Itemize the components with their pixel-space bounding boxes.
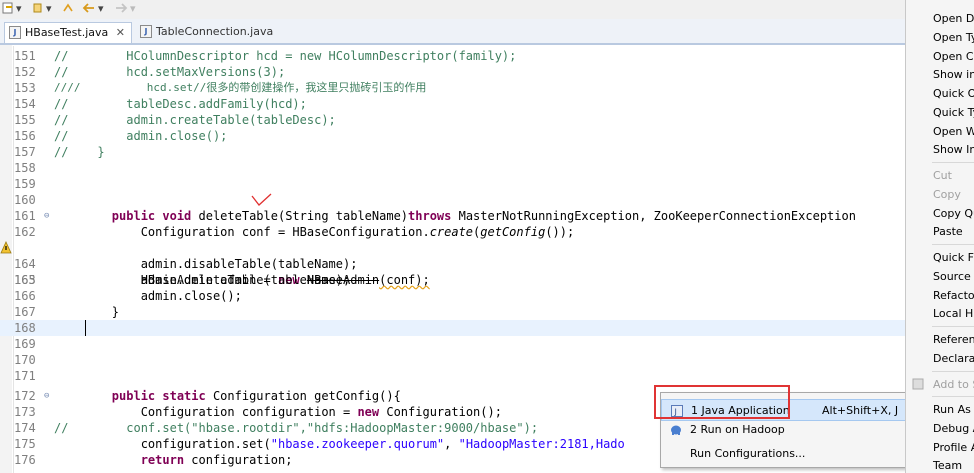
menu-item-open-call-hierarchy[interactable]: Open Ca	[933, 50, 974, 64]
menu-item-add-to-snippets[interactable]: Add to S	[933, 378, 974, 392]
dropdown-arrow-icon[interactable]: ▾	[98, 2, 104, 16]
add-to-snippets-icon	[912, 378, 924, 390]
code-line: 151// HColumnDescriptor hcd = new HColum…	[14, 49, 517, 63]
menu-item-quick-fix[interactable]: Quick Fix	[933, 251, 974, 265]
code-line: 166 admin.close();	[14, 289, 242, 303]
tab-tableconnection[interactable]: J TableConnection.java	[136, 22, 276, 43]
menu-separator	[932, 244, 974, 245]
warning-icon[interactable]	[0, 241, 12, 255]
code-line: 160	[14, 193, 36, 207]
tab-label: HBaseTest.java	[25, 26, 109, 39]
handdrawn-check-mark	[251, 193, 272, 206]
menu-item-source[interactable]: Source	[933, 270, 971, 284]
menu-item-quick-type-hierarchy[interactable]: Quick Ty	[933, 106, 974, 120]
menu-item-debug-as[interactable]: Debug A	[933, 422, 974, 436]
menu-item-copy[interactable]: Copy	[933, 188, 961, 202]
annotation-nav-icon[interactable]	[32, 2, 44, 18]
code-line: 162 Configuration conf = HBaseConfigurat…	[14, 225, 575, 239]
menu-item-open-type-hierarchy[interactable]: Open Ty	[933, 31, 974, 45]
code-line: 152// hcd.setMaxVersions(3);	[14, 65, 286, 79]
code-line: 154// tableDesc.addFamily(hcd);	[14, 97, 307, 111]
menu-item-copy-qualified-name[interactable]: Copy Qu	[933, 207, 974, 221]
java-file-icon: J	[140, 24, 152, 38]
fold-toggle-icon[interactable]: ⊖	[44, 208, 49, 224]
menu-item-cut[interactable]: Cut	[933, 169, 952, 183]
menu-item-open-declaration[interactable]: Open De	[933, 12, 974, 26]
menu-separator	[932, 326, 974, 327]
menu-item-show-in-breadcrumb[interactable]: Show in	[933, 68, 974, 82]
code-line: 167 }	[14, 305, 120, 319]
code-line: 163 HBaseAdmin admin = new HBaseAdmin(co…	[0, 240, 905, 287]
code-line: 169	[14, 337, 36, 351]
menu-item-declarations[interactable]: Declarat	[933, 352, 974, 366]
code-line: 157// }	[14, 145, 105, 159]
java-file-icon: J	[9, 25, 21, 39]
menu-item-refactor[interactable]: Refactor	[933, 289, 974, 303]
menu-item-open-with[interactable]: Open W	[933, 125, 974, 139]
tab-hbasetest[interactable]: J HBaseTest.java ✕	[4, 22, 132, 43]
menu-item-run-configurations[interactable]: Run Configurations...	[661, 443, 906, 465]
menu-separator	[932, 396, 974, 397]
last-edit-icon[interactable]	[62, 2, 74, 18]
fold-toggle-icon[interactable]: ⊖	[44, 388, 49, 404]
dropdown-arrow-icon[interactable]: ▾	[46, 2, 52, 16]
menu-item-run-on-hadoop[interactable]: 2 Run on Hadoop	[661, 419, 906, 441]
menu-separator	[932, 371, 974, 372]
code-line: 153//// hcd.set//很多的带创建操作，我这里只抛砖引玉的作用	[14, 81, 427, 95]
code-line: 155// admin.createTable(tableDesc);	[14, 113, 336, 127]
new-wizard-icon[interactable]	[2, 2, 14, 18]
menu-item-run-as[interactable]: Run As	[933, 403, 971, 417]
code-line: 159	[14, 177, 36, 191]
close-icon[interactable]: ✕	[116, 23, 125, 43]
code-line: 164 admin.disableTable(tableName);	[14, 257, 358, 271]
main-toolbar: ▾ ▾ ▾ ▾	[0, 0, 905, 20]
code-line-current: 168	[0, 320, 905, 336]
menu-item-references[interactable]: Referenc	[933, 333, 974, 347]
code-line: 161 ⊖ public void deleteTable(String tabl…	[14, 208, 856, 224]
menu-item-paste[interactable]: Paste	[933, 225, 963, 239]
back-icon[interactable]	[82, 2, 96, 18]
editor-context-menu: Open De Open Ty Open Ca Show in Quick Or…	[905, 0, 974, 473]
text-caret	[85, 320, 86, 336]
code-line: 170	[14, 353, 36, 367]
dropdown-arrow-icon[interactable]: ▾	[16, 2, 22, 16]
menu-separator	[932, 162, 974, 163]
menu-item-quick-outline[interactable]: Quick Or	[933, 87, 974, 101]
tab-label: TableConnection.java	[156, 25, 274, 38]
code-line: 171	[14, 369, 36, 383]
code-line: 165 admin.deleteTable(tableName);	[14, 273, 351, 287]
menu-item-local-history[interactable]: Local His	[933, 307, 974, 321]
menu-item-show-in[interactable]: Show In	[933, 143, 974, 157]
dropdown-arrow-icon[interactable]: ▾	[130, 2, 136, 16]
highlight-annotation-box	[654, 385, 790, 419]
editor-tab-bar: J HBaseTest.java ✕ J TableConnection.java	[0, 19, 905, 45]
code-line: 158	[14, 161, 36, 175]
code-line: 156// admin.close();	[14, 129, 228, 143]
forward-icon[interactable]	[114, 2, 128, 18]
menu-item-team[interactable]: Team	[933, 459, 962, 473]
hadoop-elephant-icon	[671, 425, 681, 435]
menu-item-profile-as[interactable]: Profile A	[933, 441, 974, 455]
